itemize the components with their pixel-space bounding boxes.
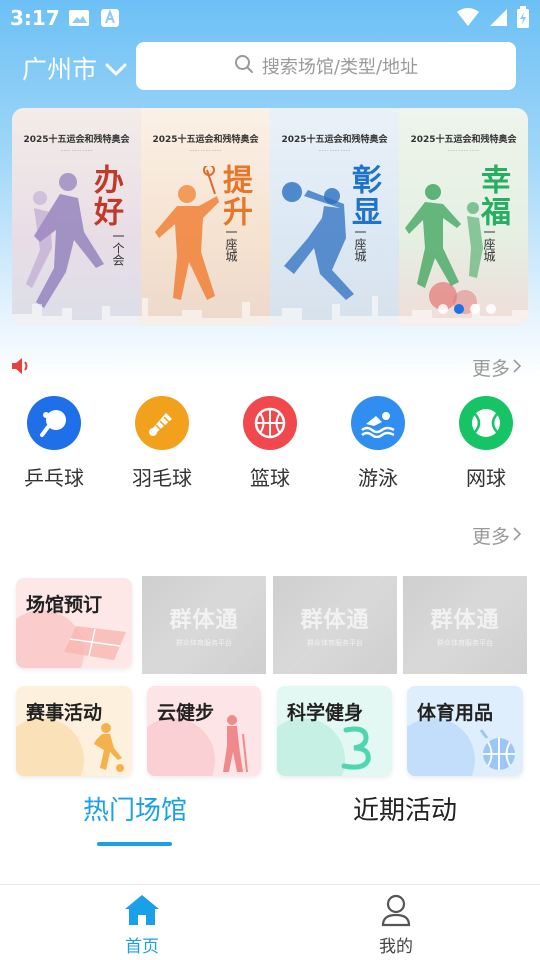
bottom-nav: 首页 我的	[0, 884, 540, 960]
banner-panel-title: 2025十五运会和残特奥会	[281, 135, 388, 145]
battery-icon	[516, 6, 530, 33]
placeholder-subtitle: 群众体育服务平台	[176, 639, 232, 647]
category-label: 网球	[466, 466, 506, 490]
city-label: 广州市	[22, 55, 98, 84]
tile-label: 场馆预订	[26, 594, 103, 616]
category-tennis[interactable]: 网球	[432, 396, 540, 491]
signal-icon	[488, 7, 508, 32]
notice-more-link[interactable]: 更多	[472, 354, 522, 381]
tab-recent-activities[interactable]: 近期活动	[305, 790, 505, 827]
tile-decoration	[147, 718, 215, 776]
basketball-goods-icon	[479, 729, 515, 770]
tile-sporting-goods[interactable]: 体育用品	[407, 686, 523, 776]
tile-label: 体育用品	[417, 702, 494, 724]
category-label: 羽毛球	[132, 466, 192, 490]
category-label: 篮球	[250, 466, 290, 490]
category-swimming[interactable]: 游泳	[324, 396, 432, 491]
banner-panel-title: 2025十五运会和残特奥会	[23, 135, 130, 145]
tile-label: 赛事活动	[26, 702, 103, 724]
carousel-dot[interactable]	[486, 304, 496, 314]
category-basketball[interactable]: 篮球	[216, 396, 324, 491]
profile-icon	[379, 893, 413, 932]
banner-panel-headline: 办好	[88, 164, 123, 228]
placeholder-subtitle: 群众体育服务平台	[307, 639, 363, 647]
banner-panel-subline: 一座城	[353, 226, 367, 262]
tennis-icon	[459, 396, 513, 450]
banner-panel-subline: 一座城	[482, 226, 496, 262]
speaker-icon	[10, 356, 32, 380]
status-time: 3:17	[10, 6, 60, 30]
wifi-icon	[456, 7, 480, 32]
placeholder-image: 群体通 群众体育服务平台	[142, 576, 266, 674]
city-selector[interactable]: 广州市	[22, 46, 127, 90]
status-icons	[456, 6, 530, 33]
search-input[interactable]: 搜索场馆/类型/地址	[136, 42, 516, 90]
placeholder-image: 群体通 群众体育服务平台	[273, 576, 397, 674]
fitness-figure-icon	[341, 726, 371, 770]
notification-app-icon	[100, 8, 120, 33]
tile-venue-booking[interactable]: 场馆预订	[16, 578, 132, 668]
banner-panel-slogan: ······ ······ ······	[318, 148, 351, 154]
sport-categories: 乒乓球 羽毛球 篮球 游泳 网球	[0, 396, 540, 491]
notice-more-label: 更多	[471, 358, 510, 380]
category-badminton[interactable]: 羽毛球	[108, 396, 216, 491]
nav-profile[interactable]: 我的	[336, 893, 456, 957]
swimming-icon	[351, 396, 405, 450]
chevron-right-icon	[512, 357, 522, 379]
services-more-link[interactable]: 更多	[472, 522, 522, 549]
carousel-dot-active[interactable]	[454, 304, 464, 314]
tile-decoration	[16, 718, 84, 776]
tile-label: 云健步	[157, 702, 215, 724]
chevron-down-icon	[105, 54, 127, 83]
carousel-dot[interactable]	[438, 304, 448, 314]
active-tab-indicator	[97, 842, 172, 846]
nav-profile-label: 我的	[379, 937, 413, 957]
nav-home-label: 首页	[125, 937, 159, 957]
tab-hot-venues[interactable]: 热门场馆	[35, 790, 235, 827]
tile-events[interactable]: 赛事活动	[16, 686, 132, 776]
court-icon	[64, 626, 126, 660]
banner-carousel[interactable]: 2025十五运会和残特奥会 ······ ······ ······ 办好 一个…	[12, 108, 528, 326]
placeholder-brand: 群体通	[169, 607, 239, 633]
badminton-icon	[135, 396, 189, 450]
banner-panel-title: 2025十五运会和残特奥会	[410, 135, 517, 145]
category-ping-pong[interactable]: 乒乓球	[0, 396, 108, 491]
soccer-player-icon	[94, 723, 124, 772]
tile-label: 科学健身	[287, 702, 364, 724]
status-bar: 3:17	[0, 0, 540, 36]
banner-panel-headline: 提升	[217, 164, 252, 228]
placeholder-brand: 群体通	[300, 607, 370, 633]
tile-decoration	[277, 718, 345, 776]
banner-panel-subline: 一个会	[111, 230, 125, 266]
image-icon	[68, 8, 90, 33]
hiker-icon	[223, 715, 248, 773]
banner-panel-slogan: ······ ······ ······	[189, 148, 222, 154]
tile-decoration	[407, 718, 475, 776]
banner-panel-slogan: ······ ······ ······	[60, 148, 93, 154]
chevron-right-icon	[512, 525, 522, 547]
services-more-label: 更多	[471, 526, 510, 548]
category-label: 游泳	[358, 466, 398, 490]
content-tabs: 热门场馆 近期活动	[0, 790, 540, 850]
banner-panel-headline: 彰显	[346, 164, 381, 228]
placeholder-image: 群体通 群众体育服务平台	[403, 576, 527, 674]
carousel-indicator	[438, 304, 496, 314]
tile-scientific-fitness[interactable]: 科学健身	[277, 686, 392, 776]
category-label: 乒乓球	[24, 466, 84, 490]
placeholder-brand: 群体通	[430, 607, 500, 633]
home-icon	[123, 893, 161, 932]
banner-panel-subline: 一座城	[224, 226, 238, 262]
banner-panel-headline: 幸福	[475, 164, 510, 228]
basketball-icon	[243, 396, 297, 450]
nav-home[interactable]: 首页	[82, 893, 202, 957]
search-placeholder: 搜索场馆/类型/地址	[261, 57, 419, 78]
tile-cloud-walk[interactable]: 云健步	[147, 686, 261, 776]
search-icon	[234, 54, 254, 79]
placeholder-subtitle: 群众体育服务平台	[437, 639, 493, 647]
ping-pong-icon	[27, 396, 81, 450]
banner-panel-slogan: ······ ······ ······	[447, 148, 480, 154]
banner-panel-title: 2025十五运会和残特奥会	[152, 135, 259, 145]
carousel-dot[interactable]	[470, 304, 480, 314]
